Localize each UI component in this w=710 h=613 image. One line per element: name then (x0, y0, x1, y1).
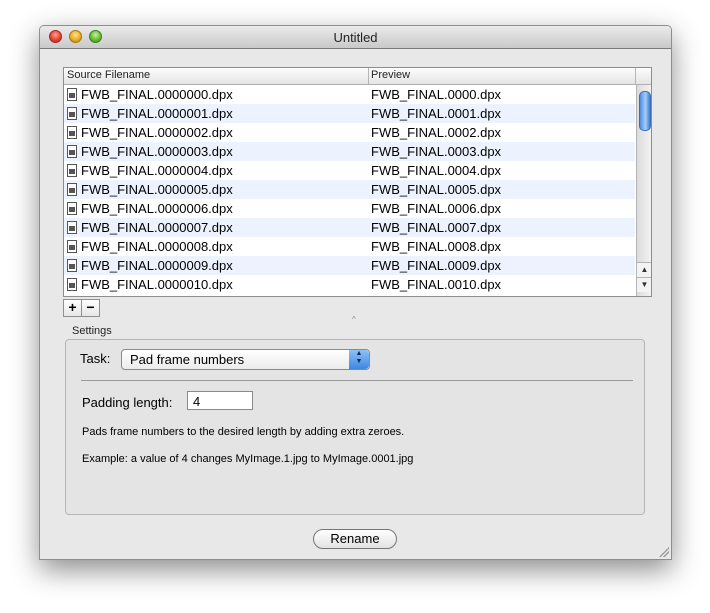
task-description: Pads frame numbers to the desired length… (82, 426, 405, 438)
table-row[interactable]: FWB_FINAL.0000008.dpx FWB_FINAL.0008.dpx (64, 237, 635, 256)
source-filename-cell: FWB_FINAL.0000008.dpx (81, 239, 233, 254)
preview-cell: FWB_FINAL.0000.dpx (371, 87, 502, 102)
preview-cell: FWB_FINAL.0008.dpx (371, 239, 502, 254)
arrow-down-icon[interactable]: ▼ (637, 277, 651, 292)
settings-panel: Task: Pad frame numbers ▲ ▼ Padding lengt… (65, 339, 645, 515)
task-example: Example: a value of 4 changes MyImage.1.… (82, 453, 414, 465)
preview-cell: FWB_FINAL.0006.dpx (371, 201, 502, 216)
arrow-up-icon[interactable]: ▲ (637, 262, 651, 277)
document-icon (67, 88, 77, 101)
preview-cell: FWB_FINAL.0009.dpx (371, 258, 502, 273)
divider (81, 380, 633, 381)
table-body: FWB_FINAL.0000000.dpx FWB_FINAL.0000.dpx F… (64, 85, 635, 296)
task-select[interactable]: Pad frame numbers ▲ ▼ (121, 349, 370, 370)
preview-cell: FWB_FINAL.0007.dpx (371, 220, 502, 235)
document-icon (67, 278, 77, 291)
table-row[interactable]: FWB_FINAL.0000003.dpx FWB_FINAL.0003.dpx (64, 142, 635, 161)
remove-file-button[interactable]: − (81, 299, 100, 317)
document-icon (67, 202, 77, 215)
source-filename-cell: FWB_FINAL.0000006.dpx (81, 201, 233, 216)
vertical-scrollbar[interactable]: ▲ ▼ (636, 85, 651, 296)
column-header-preview[interactable]: Preview (371, 69, 410, 81)
source-filename-cell: FWB_FINAL.0000004.dpx (81, 163, 233, 178)
task-label: Task: (80, 351, 111, 366)
table-row[interactable]: FWB_FINAL.0000004.dpx FWB_FINAL.0004.dpx (64, 161, 635, 180)
preview-cell: FWB_FINAL.0001.dpx (371, 106, 502, 121)
preview-cell: FWB_FINAL.0002.dpx (371, 125, 502, 140)
document-icon (67, 221, 77, 234)
source-filename-cell: FWB_FINAL.0000010.dpx (81, 277, 233, 292)
column-header-source-filename[interactable]: Source Filename (67, 69, 150, 81)
preview-cell: FWB_FINAL.0004.dpx (371, 163, 502, 178)
source-filename-cell: FWB_FINAL.0000002.dpx (81, 125, 233, 140)
splitter-handle-icon[interactable]: ^ (352, 316, 357, 324)
document-icon (67, 164, 77, 177)
table-header: Source Filename Preview (64, 68, 651, 85)
source-filename-cell: FWB_FINAL.0000009.dpx (81, 258, 233, 273)
document-icon (67, 126, 77, 139)
table-row[interactable]: FWB_FINAL.0000002.dpx FWB_FINAL.0002.dpx (64, 123, 635, 142)
app-window: Untitled Source Filename Preview FWB_FIN… (39, 25, 672, 560)
document-icon (67, 259, 77, 272)
source-filename-cell: FWB_FINAL.0000005.dpx (81, 182, 233, 197)
task-select-value: Pad frame numbers (130, 352, 245, 367)
table-row[interactable]: FWB_FINAL.0000001.dpx FWB_FINAL.0001.dpx (64, 104, 635, 123)
document-icon (67, 240, 77, 253)
table-row[interactable]: FWB_FINAL.0000007.dpx FWB_FINAL.0007.dpx (64, 218, 635, 237)
preview-cell: FWB_FINAL.0005.dpx (371, 182, 502, 197)
source-filename-cell: FWB_FINAL.0000000.dpx (81, 87, 233, 102)
column-divider (635, 68, 636, 84)
document-icon (67, 107, 77, 120)
file-table[interactable]: Source Filename Preview FWB_FINAL.000000… (63, 67, 652, 297)
add-file-button[interactable]: + (63, 299, 82, 317)
padding-length-input[interactable]: 4 (187, 391, 253, 410)
rename-button[interactable]: Rename (313, 529, 397, 549)
source-filename-cell: FWB_FINAL.0000001.dpx (81, 106, 233, 121)
table-row[interactable]: FWB_FINAL.0000009.dpx FWB_FINAL.0009.dpx (64, 256, 635, 275)
preview-cell: FWB_FINAL.0003.dpx (371, 144, 502, 159)
settings-section-label: Settings (72, 325, 112, 337)
table-row[interactable]: FWB_FINAL.0000005.dpx FWB_FINAL.0005.dpx (64, 180, 635, 199)
table-row[interactable]: FWB_FINAL.0000010.dpx FWB_FINAL.0010.dpx (64, 275, 635, 294)
table-row[interactable]: FWB_FINAL.0000000.dpx FWB_FINAL.0000.dpx (64, 85, 635, 104)
column-divider[interactable] (368, 68, 369, 84)
padding-length-label: Padding length: (82, 395, 173, 410)
title-bar[interactable]: Untitled (40, 26, 671, 49)
source-filename-cell: FWB_FINAL.0000003.dpx (81, 144, 233, 159)
document-icon (67, 183, 77, 196)
document-icon (67, 145, 77, 158)
resize-grip-icon[interactable] (659, 547, 669, 557)
scroll-thumb[interactable] (639, 91, 651, 131)
preview-cell: FWB_FINAL.0010.dpx (371, 277, 502, 292)
source-filename-cell: FWB_FINAL.0000007.dpx (81, 220, 233, 235)
table-row[interactable]: FWB_FINAL.0000006.dpx FWB_FINAL.0006.dpx (64, 199, 635, 218)
window-title: Untitled (333, 30, 378, 45)
popup-arrows-icon: ▲ ▼ (349, 350, 369, 369)
